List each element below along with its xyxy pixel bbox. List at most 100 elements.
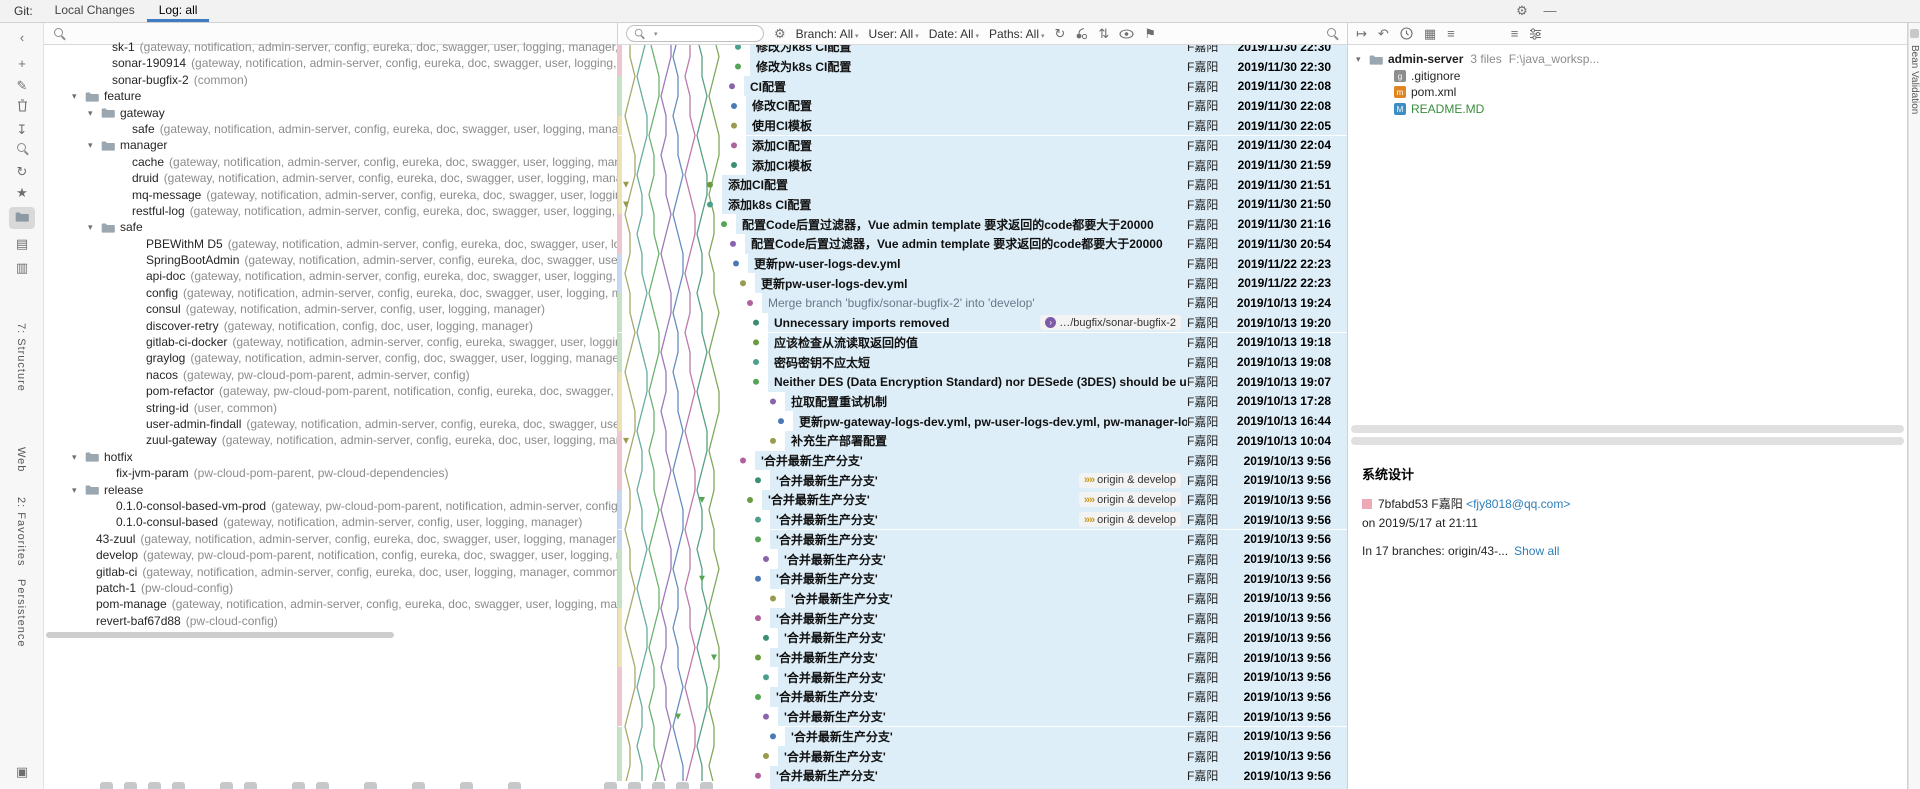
show-all-link[interactable]: Show all [1514,544,1559,558]
branch-tree-row[interactable]: 0.1.0-consol-based-vm-prod(gateway, pw-c… [44,498,617,514]
show-details-eye-icon[interactable] [1119,29,1134,39]
branch-tree-row[interactable]: safe(gateway, notification, admin-server… [44,121,617,137]
rollback-icon[interactable]: ↶ [1378,27,1389,41]
splitter-handle[interactable] [1351,425,1904,433]
ref-badge[interactable]: ›…/bugfix/sonar-bugfix-2 [1040,315,1181,330]
commit-row[interactable]: '合并最新生产分支'F嘉阳2019/10/13 9:56 [618,648,1347,668]
branch-tree-row[interactable]: 0.1.0-consul-based(gateway, notification… [44,514,617,530]
commit-email-link[interactable]: <fjy8018@qq.com> [1466,497,1570,511]
commit-row[interactable]: '合并最新生产分支'»»origin & developF嘉阳2019/10/1… [618,510,1347,530]
commit-row[interactable]: '合并最新生产分支'»»origin & developF嘉阳2019/10/1… [618,470,1347,490]
intellisort-icon[interactable]: ⇅ [1098,27,1109,41]
commit-row[interactable]: '合并最新生产分支'»»origin & developF嘉阳2019/10/1… [618,490,1347,510]
commit-row[interactable]: '合并最新生产分支'F嘉阳2019/10/13 9:56 [618,530,1347,550]
favorites-toolwindow-button[interactable]: 2: Favorites [15,497,27,566]
ref-badge[interactable]: »»origin & develop [1079,473,1181,488]
branch-tree-row[interactable]: ▾safe [44,219,617,235]
commit-row[interactable]: 添加CI模板F嘉阳2019/11/30 21:59 [618,155,1347,175]
branch-tree-row[interactable]: cache(gateway, notification, admin-serve… [44,154,617,170]
commit-row[interactable]: 更新pw-user-logs-dev.ymlF嘉阳2019/11/22 22:2… [618,254,1347,274]
expand-arrow-icon[interactable]: ▾ [88,137,101,153]
clipped-toolbar-icon[interactable] [700,782,713,789]
settings-gear-icon[interactable]: ⚙ [1513,3,1531,19]
commit-row[interactable]: 添加CI配置F嘉阳2019/11/30 22:04 [618,136,1347,156]
commit-row[interactable]: 应该检查从流读取返回的值F嘉阳2019/10/13 19:18 [618,333,1347,353]
branch-tree-row[interactable]: ▾release [44,482,617,498]
ref-badge[interactable]: »»origin & develop [1079,512,1181,527]
commit-row[interactable]: '合并最新生产分支'F嘉阳2019/10/13 9:56 [618,667,1347,687]
commit-row[interactable]: 添加k8s CI配置F嘉阳2019/11/30 21:50 [618,195,1347,215]
view-options-icon[interactable] [1529,28,1542,40]
clipped-toolbar-icon[interactable] [628,782,641,789]
commit-row[interactable]: 使用CI模板F嘉阳2019/11/30 22:05 [618,116,1347,136]
web-toolwindow-button[interactable]: Web [15,447,27,472]
expand-arrow-icon[interactable]: ▾ [1356,51,1369,68]
commit-row[interactable]: 修改CI配置F嘉阳2019/11/30 22:08 [618,96,1347,116]
branch-tree-row[interactable]: sonar-190914(gateway, notification, admi… [44,55,617,71]
search-options-gear-icon[interactable]: ⚙ [774,27,786,41]
date-filter[interactable]: Date: All▾ [929,27,979,41]
toolwindows-icon[interactable]: ▣ [0,763,44,781]
toolwindow-stripe-icon[interactable] [1910,29,1919,38]
branch-filter[interactable]: Branch: All▾ [796,27,859,41]
clipped-toolbar-icon[interactable] [604,782,617,789]
branch-tree-row[interactable]: patch-1(pw-cloud-config) [44,580,617,596]
commit-row[interactable]: 拉取配置重试机制F嘉阳2019/10/13 17:28 [618,392,1347,412]
branch-tree-row[interactable]: ▾gateway [44,105,617,121]
commit-row[interactable]: '合并最新生产分支'F嘉阳2019/10/13 9:56 [618,746,1347,766]
clipped-toolbar-icon[interactable] [316,782,329,789]
commit-row[interactable]: '合并最新生产分支'F嘉阳2019/10/13 9:56 [618,707,1347,727]
branch-tree-row[interactable]: 43-zuul(gateway, notification, admin-ser… [44,531,617,547]
changed-file-row[interactable]: g.gitignore [1348,68,1907,85]
branch-tree-row[interactable]: SpringBootAdmin(gateway, notification, a… [44,252,617,268]
clipped-toolbar-icon[interactable] [172,782,185,789]
board2-icon[interactable]: ▥ [0,259,44,277]
scrollbar-thumb[interactable] [46,632,394,638]
expand-arrow-icon[interactable]: ▾ [88,105,101,121]
splitter-handle[interactable] [1351,437,1904,445]
branch-tree-row[interactable]: ▾manager [44,137,617,153]
branch-tree-row[interactable]: consul(gateway, notification, admin-serv… [44,301,617,317]
branch-tree-row[interactable]: sk-1(gateway, notification, admin-server… [44,39,617,55]
branch-tree-row[interactable]: gitlab-ci-docker(gateway, notification, … [44,334,617,350]
user-filter[interactable]: User: All▾ [869,27,919,41]
clipped-toolbar-icon[interactable] [508,782,521,789]
branch-tree-row[interactable]: graylog(gateway, notification, admin-ser… [44,350,617,366]
ref-badge[interactable]: »»origin & develop [1079,492,1181,507]
board-icon[interactable]: ▤ [0,235,44,253]
commit-row[interactable]: 密码密钥不应太短F嘉阳2019/10/13 19:08 [618,352,1347,372]
changed-files-root-row[interactable]: ▾admin-server3 filesF:\java_worksp... [1348,51,1907,68]
branch-tree-row[interactable]: druid(gateway, notification, admin-serve… [44,170,617,186]
branch-tree-row[interactable]: mq-message(gateway, notification, admin-… [44,187,617,203]
star-icon[interactable]: ★ [0,184,44,202]
history-clock-icon[interactable] [1400,27,1413,40]
refresh-icon[interactable]: ↻ [0,163,44,181]
structure-toolwindow-button[interactable]: 7: Structure [15,323,27,392]
clipped-toolbar-icon[interactable] [220,782,233,789]
clipped-toolbar-icon[interactable] [148,782,161,789]
clipped-toolbar-icon[interactable] [292,782,305,789]
branch-tree-row[interactable]: restful-log(gateway, notification, admin… [44,203,617,219]
branch-tree-row[interactable]: sonar-bugfix-2(common) [44,72,617,88]
commit-row[interactable]: Merge branch 'bugfix/sonar-bugfix-2' int… [618,293,1347,313]
edit-icon[interactable]: ✎ [0,77,44,95]
commit-row[interactable]: 配置Code后置过滤器，Vue admin template 要求返回的code… [618,234,1347,254]
flatten-list-icon[interactable]: ≡ [1447,27,1455,41]
branch-tree-row[interactable]: config(gateway, notification, admin-serv… [44,285,617,301]
clipped-toolbar-icon[interactable] [676,782,689,789]
cherry-pick-icon[interactable] [1075,27,1088,40]
clipped-toolbar-icon[interactable] [412,782,425,789]
hide-toolwindow-icon[interactable]: — [1541,3,1559,19]
expand-arrow-icon[interactable]: ▾ [72,482,85,498]
find-in-log-icon[interactable] [1326,27,1339,40]
branch-tree-row[interactable]: string-id(user, common) [44,400,617,416]
commit-row[interactable]: CI配置F嘉阳2019/11/30 22:08 [618,76,1347,96]
commit-row[interactable]: '合并最新生产分支'F嘉阳2019/10/13 9:56 [618,569,1347,589]
commit-row[interactable]: Neither DES (Data Encryption Standard) n… [618,372,1347,392]
branch-tree-row[interactable]: gitlab-ci(gateway, notification, admin-s… [44,564,617,580]
clipped-toolbar-icon[interactable] [124,782,137,789]
changed-file-row[interactable]: mpom.xml [1348,84,1907,101]
tab-log-all[interactable]: Log: all [147,0,210,22]
paths-filter[interactable]: Paths: All▾ [989,27,1045,41]
pin-icon[interactable]: ↧ [0,121,44,139]
